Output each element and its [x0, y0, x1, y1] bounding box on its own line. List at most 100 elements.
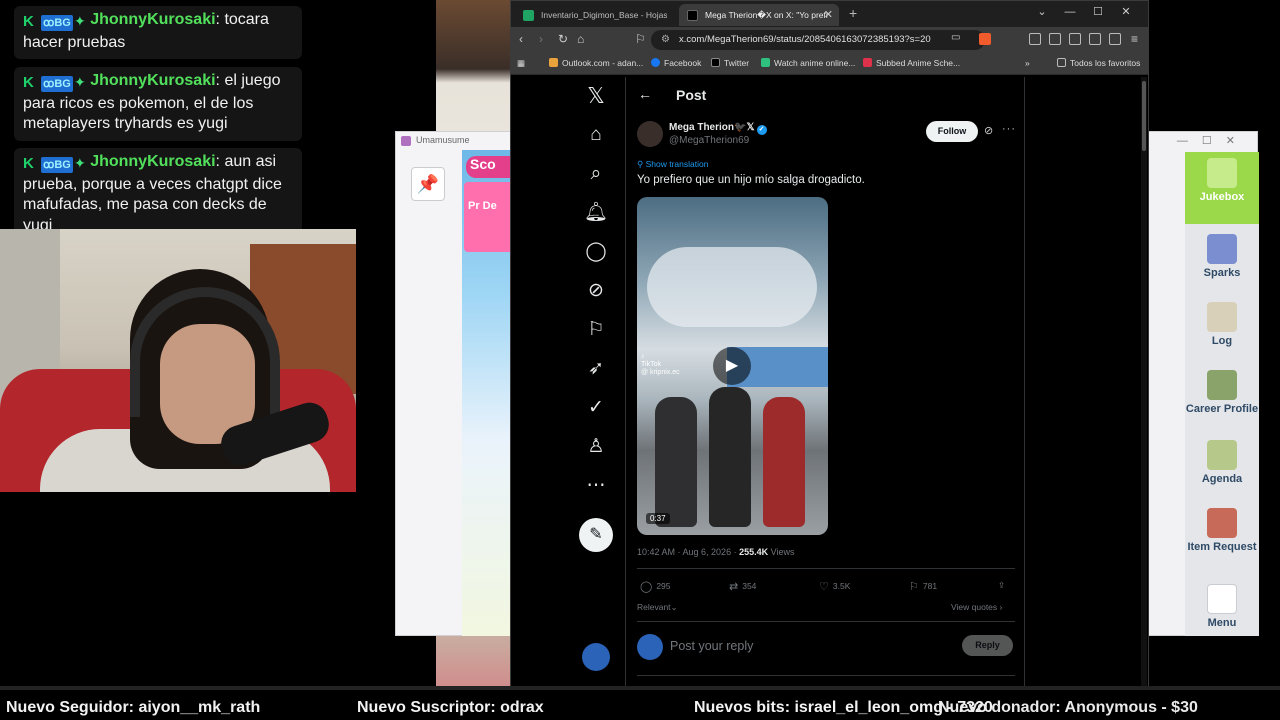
umamusume-app-icon [401, 136, 411, 146]
wallet-icon[interactable] [1069, 33, 1081, 45]
outlook-icon [549, 58, 558, 67]
tab-inventario[interactable]: Inventario_Digimon_Base - Hojas de [515, 4, 667, 26]
messages-icon[interactable]: ◯ [583, 239, 609, 265]
post-more-icon[interactable]: ··· [1002, 123, 1016, 135]
pin-icon[interactable]: 📌 [411, 167, 445, 201]
avatar[interactable] [582, 643, 610, 671]
bookmark-label: Subbed Anime Sche... [876, 58, 961, 68]
share-icon[interactable]: ⇪ [998, 580, 1005, 591]
author-name[interactable]: Mega Therion🐦‍⬛𝕏 ✓ [669, 122, 767, 135]
vpn-icon[interactable] [1109, 33, 1121, 45]
close-icon[interactable]: ✕ [1112, 5, 1140, 18]
play-icon[interactable]: ▶ [713, 347, 751, 385]
scrollbar[interactable] [1141, 77, 1147, 689]
reply-input[interactable]: Post your reply [670, 639, 753, 653]
views-count: 255.4K [739, 547, 769, 557]
sort-replies-dropdown[interactable]: Relevant⌄ [637, 602, 678, 613]
browser-window: Inventario_Digimon_Base - Hojas de Mega … [510, 0, 1149, 690]
tab-x-post[interactable]: Mega Therion�X on X: "Yo prefi ✕ [679, 4, 839, 26]
webcam-feed [0, 229, 356, 492]
promo-banner[interactable]: Pr De [464, 182, 514, 252]
address-bar[interactable]: ⚙ x.com/MegaTherion69/status/20854061630… [651, 30, 985, 50]
grok-icon[interactable]: ⊘ [583, 278, 609, 304]
repost-action[interactable]: ⇄ 354 [729, 580, 756, 593]
bookmarks-overflow-icon[interactable]: » [1025, 58, 1030, 68]
back-icon[interactable]: ‹ [519, 32, 523, 46]
reload-icon[interactable]: ↻ [558, 32, 568, 46]
verified-icon[interactable]: ✓ [583, 395, 609, 421]
bookmark-facebook[interactable]: Facebook [651, 58, 701, 68]
browser-menu-icon[interactable]: ≡ [1131, 32, 1138, 46]
author-avatar[interactable] [637, 121, 663, 147]
window-controls[interactable]: —☐✕ [1149, 132, 1257, 152]
menu-item-menu[interactable]: Menu [1185, 584, 1259, 629]
menu-item-sparks[interactable]: Sparks [1185, 234, 1259, 279]
bookmark-folder-all[interactable]: Todos los favoritos [1057, 58, 1140, 68]
brave-shield-icon[interactable] [979, 33, 991, 45]
scrollbar-thumb[interactable] [1142, 81, 1146, 151]
chat-message: KꝏBG ✦ JhonnyKurosaki: el juego para rico… [14, 67, 302, 141]
cast-icon[interactable]: ▭ [951, 32, 960, 43]
compose-post-button[interactable]: ✎ [579, 518, 613, 552]
menu-icon [1207, 584, 1237, 614]
home-icon[interactable]: ⌂ [577, 32, 584, 46]
x-page: 𝕏 ⌂ ⌕ 🔔︎ ◯ ⊘ ⚐ ➶ ✓ ♙ ⋯ ✎ ← Post Mega The… [511, 77, 1148, 689]
apps-grid-icon[interactable]: ▦ [517, 58, 525, 69]
menu-item-item-request[interactable]: Item Request [1185, 508, 1259, 553]
maximize-icon[interactable]: ☐ [1084, 5, 1112, 18]
notifications-icon[interactable]: 🔔︎ [583, 200, 609, 226]
chat-badges: KꝏBG ✦ [23, 72, 86, 94]
umamusume-side-window[interactable]: —☐✕ Jukebox Sparks Log Career Profile Ag… [1148, 131, 1259, 636]
home-icon[interactable]: ⌂ [583, 122, 609, 148]
author-handle[interactable]: @MegaTherion69 [669, 135, 749, 146]
profile-icon[interactable]: ♙ [583, 434, 609, 460]
reply-action[interactable]: ◯ 295 [640, 580, 671, 593]
show-translation-link[interactable]: ⚲ Show translation [637, 159, 708, 170]
menu-item-agenda[interactable]: Agenda [1185, 440, 1259, 485]
umamusume-window[interactable]: Umamusume 📌 Sco Pr De [395, 131, 516, 636]
minimize-icon[interactable]: — [1056, 6, 1084, 18]
bookmark-twitter[interactable]: Twitter [711, 58, 749, 68]
menu-item-career-profile[interactable]: Career Profile [1185, 370, 1259, 415]
follow-button[interactable]: Follow [926, 121, 978, 142]
bookmarks-icon[interactable]: ⚐ [583, 317, 609, 343]
extensions-puzzle-icon[interactable] [1049, 33, 1061, 45]
career-profile-icon [1207, 370, 1237, 400]
anime-site-icon [761, 58, 770, 67]
sub-badge-icon: ꝏBG [41, 157, 73, 173]
reply-button[interactable]: Reply [962, 635, 1013, 656]
extension-icon[interactable] [1029, 33, 1041, 45]
menu-item-log[interactable]: Log [1185, 302, 1259, 347]
maximize-icon[interactable]: ☐ [1202, 135, 1226, 147]
kick-badge-icon: K [23, 74, 34, 91]
site-info-icon[interactable]: ⚙ [661, 34, 670, 45]
like-action[interactable]: ♡ 3.5K [819, 580, 850, 593]
tab-search-icon[interactable]: ⌄ [1028, 5, 1056, 18]
bookmark-outlook[interactable]: Outlook.com - adan... [549, 58, 643, 68]
more-icon[interactable]: ⋯ [583, 473, 609, 499]
new-tab-icon[interactable]: + [849, 5, 857, 21]
search-icon[interactable]: ⌕ [583, 161, 609, 187]
grok-explain-icon[interactable]: ⊘ [984, 124, 993, 137]
back-arrow-icon[interactable]: ← [638, 86, 652, 102]
forward-icon[interactable]: › [539, 32, 543, 46]
bookmark-label: Todos los favoritos [1070, 58, 1141, 68]
post-timestamp[interactable]: 10:42 AM · Aug 6, 2026 · [637, 547, 739, 557]
jobs-rocket-icon[interactable]: ➶ [583, 356, 609, 382]
bookmark-action[interactable]: ⚐ 781 [909, 580, 937, 593]
bookmark-count: 781 [922, 581, 938, 591]
leo-ai-icon[interactable] [1089, 33, 1101, 45]
minimize-icon[interactable]: — [1177, 135, 1202, 147]
chat-badges: KꝏBG ✦ [23, 153, 86, 175]
bookmark-icon[interactable]: ⚐ [635, 32, 646, 46]
chat-username: JhonnyKurosaki [90, 153, 216, 170]
bookmark-watch-anime[interactable]: Watch anime online... [761, 58, 855, 68]
view-quotes-link[interactable]: View quotes › [951, 602, 1002, 612]
tab-close-icon[interactable]: ✕ [824, 8, 833, 21]
x-logo-icon[interactable]: 𝕏 [583, 83, 609, 109]
subbed-anime-icon [863, 58, 872, 67]
bookmark-subbed-anime[interactable]: Subbed Anime Sche... [863, 58, 960, 68]
menu-item-jukebox[interactable]: Jukebox [1185, 152, 1259, 224]
post-video[interactable]: ♪ TikTok @ kripnix.ec ▶ 0:37 [637, 197, 828, 535]
close-icon[interactable]: ✕ [1226, 135, 1249, 147]
